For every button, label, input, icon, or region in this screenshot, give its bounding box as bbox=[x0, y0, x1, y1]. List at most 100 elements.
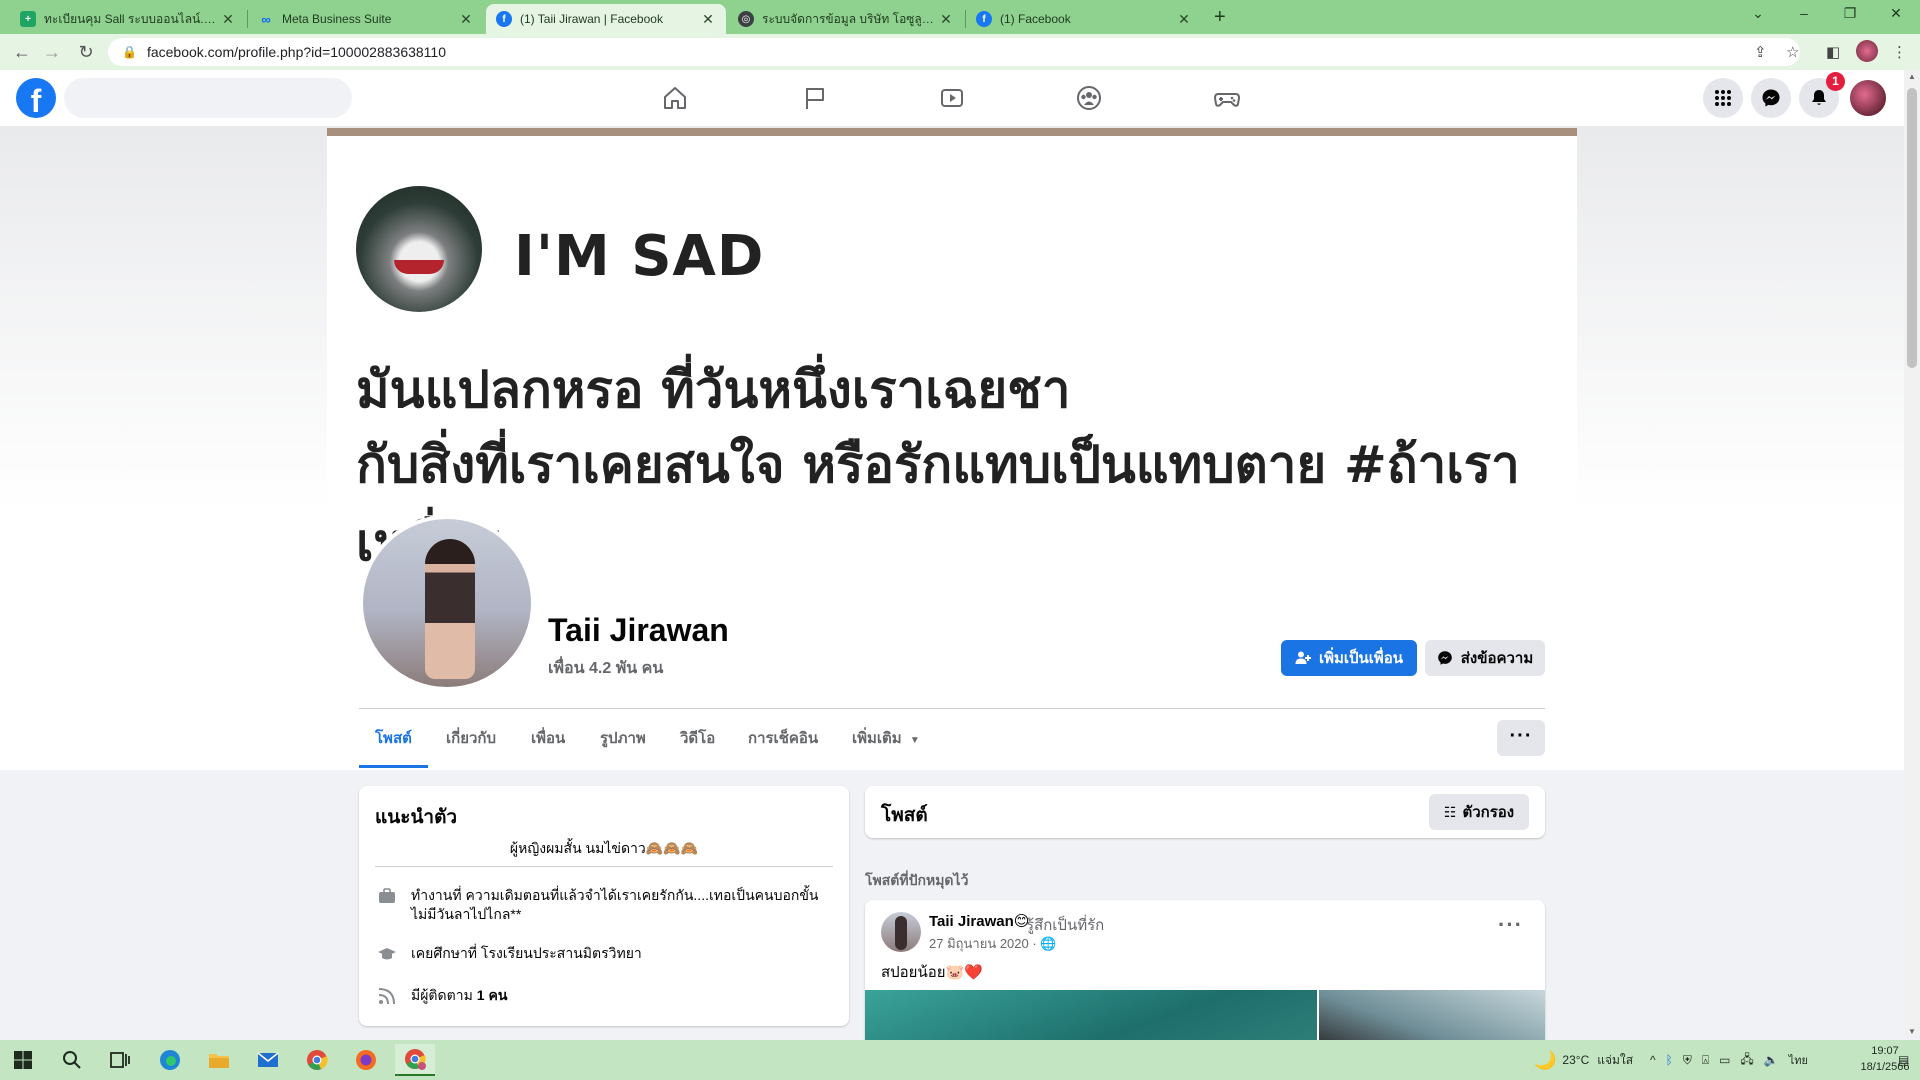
add-friend-button[interactable]: เพิ่มเป็นเพื่อน bbox=[1281, 640, 1417, 676]
cover-photo[interactable]: I'M SAD มันแปลกหรอ ที่วันหนึ่งเราเฉยชา ก… bbox=[327, 128, 1577, 598]
network-icon[interactable]: 🖧 bbox=[1740, 1050, 1753, 1071]
close-tab-icon[interactable]: ✕ bbox=[700, 11, 716, 28]
tray-expand-icon[interactable]: ^ bbox=[1650, 1053, 1656, 1067]
groups-icon[interactable] bbox=[1069, 80, 1109, 116]
back-icon[interactable]: ← bbox=[10, 40, 34, 64]
minimize-icon[interactable]: – bbox=[1794, 5, 1814, 21]
start-button[interactable] bbox=[3, 1044, 43, 1076]
tab-search-icon[interactable]: ⌄ bbox=[1748, 5, 1768, 22]
task-view-icon[interactable] bbox=[100, 1044, 140, 1076]
post-text: สปอยน้อย🐷❤️ bbox=[881, 964, 983, 981]
pages-flag-icon[interactable] bbox=[795, 80, 835, 116]
firefox-icon[interactable] bbox=[346, 1044, 386, 1076]
share-icon[interactable]: ⇪ bbox=[1754, 43, 1767, 61]
input-language[interactable]: ไทย bbox=[1789, 1051, 1808, 1069]
new-tab-icon[interactable]: + bbox=[1214, 6, 1226, 29]
meta-icon: ∞ bbox=[261, 11, 271, 27]
tab-posts[interactable]: โพสต์ bbox=[359, 718, 428, 768]
browser-tab-facebook[interactable]: f (1) Facebook ✕ bbox=[966, 4, 1202, 34]
scrollbar-thumb[interactable] bbox=[1907, 88, 1917, 368]
profile-picture[interactable] bbox=[359, 515, 535, 691]
volume-icon[interactable]: 🔈 bbox=[1764, 1053, 1779, 1067]
browser-tab-sheets[interactable]: + ทะเบียนคุม Sall ระบบออนไลน์.xlsx - G ✕ bbox=[10, 4, 246, 34]
mail-icon[interactable] bbox=[248, 1044, 288, 1076]
followers-label: มีผู้ติดตาม bbox=[411, 987, 473, 1003]
close-tab-icon[interactable]: ✕ bbox=[220, 11, 236, 28]
browser-tab-system[interactable]: ◎ ระบบจัดการข้อมูล บริษัท โอซูลูกโอซ ✕ bbox=[728, 4, 964, 34]
tab-more[interactable]: เพิ่มเติม ▼ bbox=[836, 718, 936, 768]
notification-center-icon[interactable]: ▤ bbox=[1898, 1040, 1909, 1080]
chrome-profile-icon[interactable] bbox=[395, 1044, 435, 1076]
intro-education-text: เคยศึกษาที่ โรงเรียนประสานมิตรวิทยา bbox=[411, 945, 642, 961]
intro-divider bbox=[375, 866, 833, 867]
browser-tab-profile[interactable]: f (1) Taii Jirawan | Facebook ✕ bbox=[486, 4, 726, 34]
security-shield-icon[interactable]: ⛨ bbox=[1683, 1053, 1692, 1068]
post-author[interactable]: Taii Jirawan😊 bbox=[929, 912, 1029, 930]
tab-title: Meta Business Suite bbox=[282, 12, 392, 26]
posts-header-card: โพสต์ ☷ ตัวกรอง bbox=[865, 786, 1545, 838]
sheets-icon: + bbox=[20, 11, 36, 27]
search-icon[interactable] bbox=[52, 1044, 92, 1076]
close-window-icon[interactable]: ✕ bbox=[1886, 5, 1906, 22]
tab-videos[interactable]: วิดีโอ bbox=[664, 718, 731, 768]
cover-text-line: มันแปลกหรอ ที่วันหนึ่งเราเฉยชา bbox=[356, 361, 1071, 420]
watch-video-icon[interactable] bbox=[932, 80, 972, 116]
filter-button[interactable]: ☷ ตัวกรอง bbox=[1429, 794, 1529, 830]
bluetooth-icon[interactable]: ᛒ bbox=[1666, 1053, 1673, 1067]
messenger-icon bbox=[1762, 89, 1780, 107]
browser-profile-avatar[interactable] bbox=[1856, 40, 1878, 62]
scroll-down-icon[interactable]: ▼ bbox=[1908, 1027, 1916, 1036]
chrome-icon[interactable] bbox=[297, 1044, 337, 1076]
usb-icon[interactable]: ⍓ bbox=[1702, 1053, 1709, 1068]
tab-photos[interactable]: รูปภาพ bbox=[584, 718, 662, 768]
profile-name: Taii Jirawan bbox=[548, 612, 729, 648]
send-message-button[interactable]: ส่งข้อความ bbox=[1425, 640, 1545, 676]
weather-widget[interactable]: 🌙 23°C แจ่มใส bbox=[1534, 1040, 1633, 1080]
post-photo-2[interactable] bbox=[1319, 990, 1545, 1040]
url-bar[interactable]: 🔒 facebook.com/profile.php?id=1000028836… bbox=[108, 38, 1800, 66]
close-tab-icon[interactable]: ✕ bbox=[938, 11, 954, 28]
post-author-avatar[interactable] bbox=[881, 912, 921, 952]
restore-icon[interactable]: ❐ bbox=[1840, 5, 1860, 22]
forward-icon[interactable]: → bbox=[40, 40, 64, 64]
tab-title: (1) Facebook bbox=[1000, 12, 1071, 26]
joker-face-image bbox=[356, 186, 482, 312]
display-icon[interactable]: ▭ bbox=[1719, 1053, 1730, 1067]
facebook-logo[interactable]: f bbox=[16, 78, 56, 119]
friends-count[interactable]: เพื่อน 4.2 พัน คน bbox=[548, 656, 663, 681]
bookmark-star-icon[interactable]: ☆ bbox=[1786, 43, 1799, 61]
intro-bio: ผู้หญิงผมสั้น นมไข่ดาว🙈🙈🙈 bbox=[509, 840, 699, 856]
profile-photo-figure bbox=[425, 539, 475, 679]
tab-checkins[interactable]: การเช็คอิน bbox=[732, 718, 834, 768]
close-tab-icon[interactable]: ✕ bbox=[1176, 11, 1192, 28]
home-icon[interactable] bbox=[655, 80, 695, 116]
post-date[interactable]: 27 มิถุนายน 2020 · 🌐 bbox=[929, 933, 1056, 954]
menu-grid-button[interactable] bbox=[1703, 78, 1743, 118]
profile-more-button[interactable]: ··· bbox=[1497, 720, 1545, 756]
gaming-icon[interactable] bbox=[1207, 80, 1247, 116]
file-explorer-icon[interactable] bbox=[199, 1044, 239, 1076]
messenger-button[interactable] bbox=[1751, 78, 1791, 118]
reload-icon[interactable]: ↻ bbox=[74, 40, 98, 64]
intro-education-row: เคยศึกษาที่ โรงเรียนประสานมิตรวิทยา bbox=[375, 944, 833, 964]
browser-menu-icon[interactable]: ⋮ bbox=[1892, 43, 1907, 61]
tab-about[interactable]: เกี่ยวกับ bbox=[430, 718, 512, 768]
intro-followers-row[interactable]: มีผู้ติดตาม 1 คน bbox=[375, 986, 833, 1006]
page-scrollbar[interactable]: ▲ ▼ bbox=[1904, 70, 1920, 1038]
facebook-search-input[interactable] bbox=[64, 78, 352, 118]
browser-tab-meta[interactable]: ∞ Meta Business Suite ✕ bbox=[248, 4, 484, 34]
facebook-icon: f bbox=[976, 11, 992, 27]
close-tab-icon[interactable]: ✕ bbox=[458, 11, 474, 28]
post-options-icon[interactable]: ··· bbox=[1498, 912, 1523, 938]
cover-title: I'M SAD bbox=[514, 224, 765, 289]
edge-icon[interactable] bbox=[150, 1044, 190, 1076]
add-friend-label: เพิ่มเป็นเพื่อน bbox=[1318, 650, 1404, 667]
post-photo-1[interactable] bbox=[865, 990, 1317, 1040]
notifications-button[interactable]: 1 bbox=[1799, 72, 1845, 118]
filter-label: ตัวกรอง bbox=[1462, 804, 1515, 821]
tab-friends[interactable]: เพื่อน bbox=[515, 718, 581, 768]
scroll-up-icon[interactable]: ▲ bbox=[1908, 72, 1916, 81]
side-panel-icon[interactable]: ◧ bbox=[1826, 43, 1840, 61]
graduation-cap-icon bbox=[375, 944, 399, 964]
account-avatar[interactable] bbox=[1848, 78, 1888, 118]
